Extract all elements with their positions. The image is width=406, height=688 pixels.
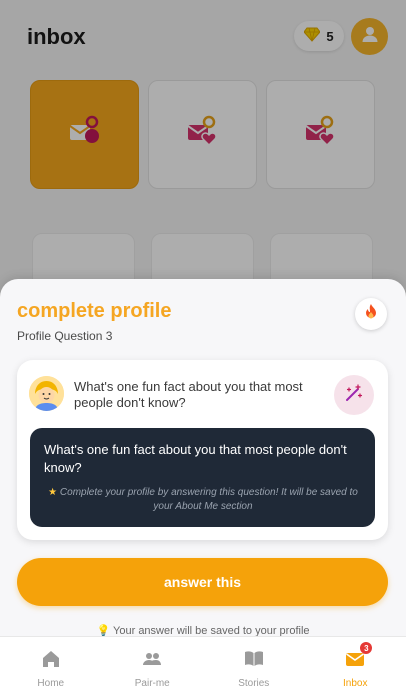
nav-label: Inbox [343,678,368,688]
detail-note-text: Complete your profile by answering this … [59,487,358,512]
nav-label: Home [37,678,65,688]
home-icon [41,649,61,674]
users-icon [142,649,162,674]
streak-button[interactable] [355,298,387,330]
detail-note: ★ Complete your profile by answering thi… [42,486,364,514]
nav-label: Pair-me [134,678,170,688]
sparkle-badge [334,375,374,415]
question-detail-box: What's one fun fact about you that most … [30,428,375,527]
complete-profile-sheet: complete profile Profile Question 3 What… [0,279,406,688]
nav-item-inbox[interactable]: 3 Inbox [305,637,406,688]
star-icon: ★ [48,487,58,498]
fire-icon [364,303,378,325]
book-icon [244,649,264,674]
nav-item-home[interactable]: Home [0,637,102,688]
magic-wand-icon [344,383,364,408]
nav-item-pair-me[interactable]: Pair-me [102,637,204,688]
question-card: What's one fun fact about you that most … [17,360,388,540]
nav-item-stories[interactable]: Stories [203,637,305,688]
avatar [29,376,64,411]
question-text: What's one fun fact about you that most … [74,379,303,410]
sheet-subtitle: Profile Question 3 [17,329,113,343]
bottom-nav: Home Pair-me Stories 3 Inbox [0,636,406,688]
answer-button[interactable]: answer this [17,558,388,606]
nav-label: Stories [238,678,270,688]
inbox-badge: 3 [360,642,373,654]
sheet-title: complete profile [17,300,172,322]
detail-question-text: What's one fun fact about you that most … [44,442,347,475]
